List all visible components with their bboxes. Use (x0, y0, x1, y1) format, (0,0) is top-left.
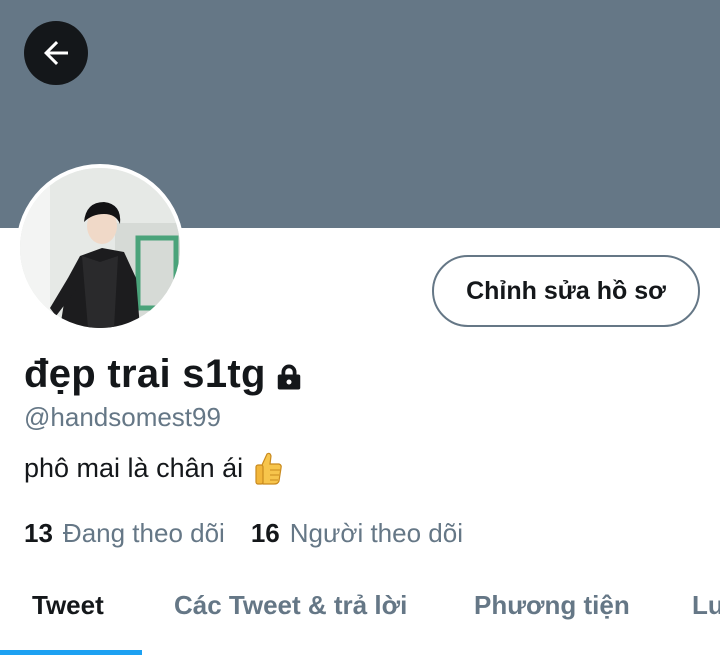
profile-bio: phô mai là chân ái (24, 450, 283, 486)
tab-likes[interactable]: Lư (692, 590, 720, 621)
thumbs-up-icon (255, 452, 282, 485)
follow-stats: 13 Đang theo dõi 16 Người theo dõi (24, 518, 489, 549)
profile-name-row: đẹp trai s1tg (24, 350, 304, 398)
following-link[interactable]: 13 Đang theo dõi (24, 518, 225, 549)
avatar[interactable] (16, 164, 184, 332)
tab-tweets[interactable]: Tweet (32, 590, 104, 621)
followers-link[interactable]: 16 Người theo dõi (251, 518, 463, 549)
following-label: Đang theo dõi (62, 518, 225, 548)
tab-media[interactable]: Phương tiện (474, 590, 630, 621)
arrow-left-icon (44, 41, 68, 65)
followers-label: Người theo dõi (289, 518, 463, 548)
bio-text: phô mai là chân ái (24, 452, 244, 483)
back-button[interactable] (24, 21, 88, 85)
avatar-image (20, 168, 180, 328)
lock-icon (277, 364, 300, 390)
active-tab-indicator (0, 650, 142, 655)
following-count: 13 (24, 518, 53, 548)
edit-profile-button[interactable]: Chỉnh sửa hồ sơ (432, 255, 700, 327)
tab-tweets-and-replies[interactable]: Các Tweet & trả lời (174, 590, 407, 621)
followers-count: 16 (250, 518, 280, 548)
display-name: đẹp trai s1tg (24, 351, 266, 396)
profile-tabs: Tweet Các Tweet & trả lời Phương tiện Lư (0, 570, 720, 659)
profile-handle: @handsomest99 (24, 402, 221, 432)
